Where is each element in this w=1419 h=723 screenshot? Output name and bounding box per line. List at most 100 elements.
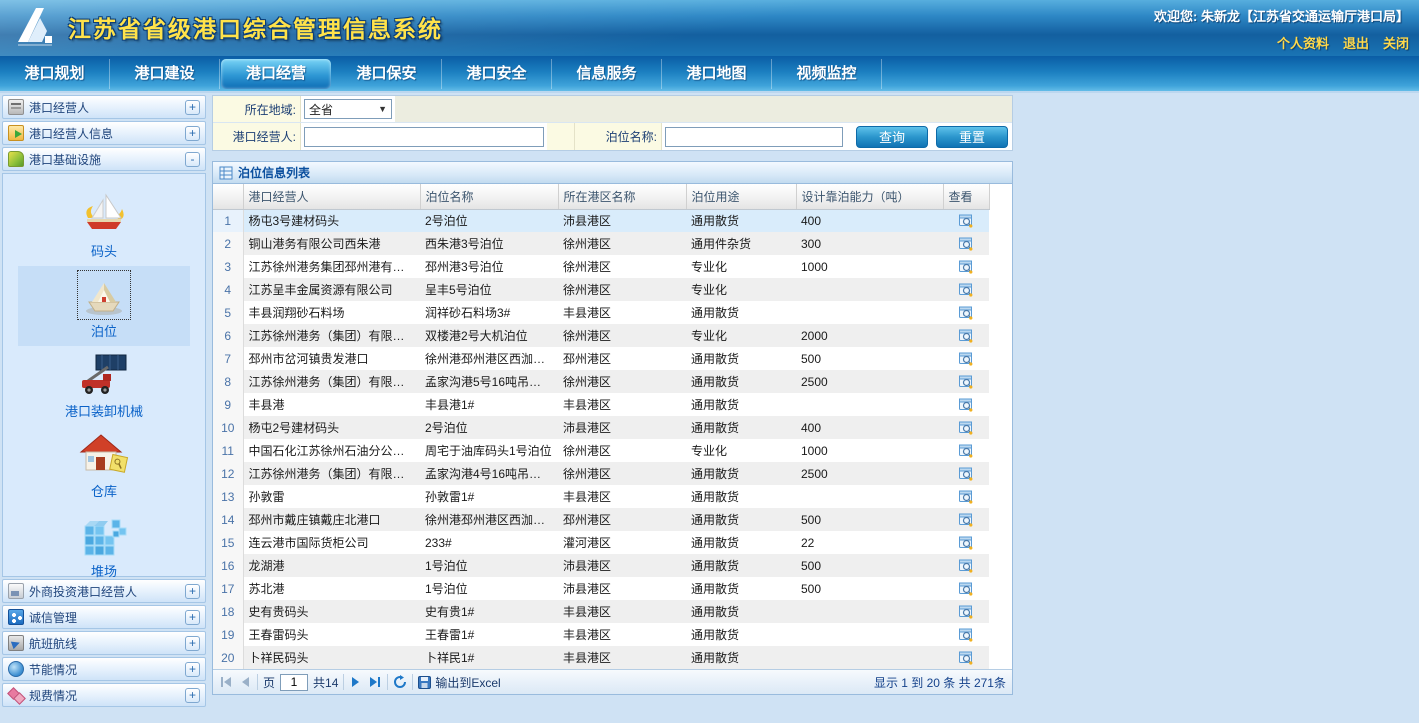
sidebar-group-port-infrastructure[interactable]: 港口基础设施- (2, 147, 206, 171)
column-header[interactable]: 查看 (943, 184, 989, 209)
cell-view (943, 554, 989, 577)
view-record-icon[interactable] (958, 604, 974, 620)
table-row[interactable]: 9丰县港丰县港1#丰县港区通用散货 (213, 393, 989, 416)
folder-icon (8, 125, 24, 141)
refresh-icon[interactable] (393, 675, 407, 689)
nav-tab-video-monitoring[interactable]: 视频监控 (772, 59, 882, 89)
table-row[interactable]: 10杨屯2号建材码头2号泊位沛县港区通用散货400 (213, 416, 989, 439)
grid-scrollbar-gutter[interactable] (990, 184, 1013, 669)
collapse-toggle-button[interactable]: - (185, 152, 200, 167)
view-record-icon[interactable] (958, 512, 974, 528)
column-header[interactable]: 泊位用途 (686, 184, 796, 209)
first-page-icon[interactable] (219, 675, 233, 689)
sidebar-group-energy-saving[interactable]: 节能情况+ (2, 657, 206, 681)
nav-tab-information-service[interactable]: 信息服务 (552, 59, 662, 89)
region-select[interactable]: 全省 ▼ (304, 99, 392, 119)
view-record-icon[interactable] (958, 581, 974, 597)
table-row[interactable]: 18史有贵码头史有贵1#丰县港区通用散货 (213, 600, 989, 623)
table-row[interactable]: 13孙敦雷孙敦雷1#丰县港区通用散货 (213, 485, 989, 508)
expand-toggle-button[interactable]: + (185, 636, 200, 651)
next-page-icon[interactable] (349, 675, 363, 689)
facility-item-berth[interactable]: 泊位 (18, 266, 190, 346)
facility-item-warehouse[interactable]: 仓库 (18, 426, 190, 506)
expand-toggle-button[interactable]: + (185, 610, 200, 625)
cell-view (943, 508, 989, 531)
view-record-icon[interactable] (958, 305, 974, 321)
view-record-icon[interactable] (958, 236, 974, 252)
column-header[interactable]: 泊位名称 (420, 184, 558, 209)
sidebar-group-fees[interactable]: 规费情况+ (2, 683, 206, 707)
table-row[interactable]: 5丰县润翔砂石料场润祥砂石料场3#丰县港区通用散货 (213, 301, 989, 324)
page-number-input[interactable] (280, 674, 308, 691)
expand-toggle-button[interactable]: + (185, 662, 200, 677)
view-record-icon[interactable] (958, 650, 974, 666)
logout-link[interactable]: 退出 (1343, 36, 1369, 51)
nav-tab-port-security[interactable]: 港口保安 (332, 59, 442, 89)
nav-tab-port-construction[interactable]: 港口建设 (110, 59, 220, 89)
column-header[interactable]: 设计靠泊能力（吨） (796, 184, 943, 209)
close-link[interactable]: 关闭 (1383, 36, 1409, 51)
table-row[interactable]: 8江苏徐州港务（集团）有限公司孟家沟港5号16吨吊泊位徐州港区通用散货2500 (213, 370, 989, 393)
view-record-icon[interactable] (958, 397, 974, 413)
table-row[interactable]: 12江苏徐州港务（集团）有限公司孟家沟港4号16吨吊泊位徐州港区通用散货2500 (213, 462, 989, 485)
nav-tab-port-safety[interactable]: 港口安全 (442, 59, 552, 89)
view-record-icon[interactable] (958, 489, 974, 505)
view-record-icon[interactable] (958, 259, 974, 275)
sidebar-group-credit-management[interactable]: 诚信管理+ (2, 605, 206, 629)
table-row[interactable]: 2铜山港务有限公司西朱港西朱港3号泊位徐州港区通用件杂货300 (213, 232, 989, 255)
search-button[interactable]: 查询 (856, 126, 928, 148)
previous-page-icon[interactable] (238, 675, 252, 689)
reset-button[interactable]: 重置 (936, 126, 1008, 148)
profile-link[interactable]: 个人资料 (1277, 36, 1329, 51)
table-row[interactable]: 11中国石化江苏徐州石油分公司周...周宅于油库码头1号泊位徐州港区专业化100… (213, 439, 989, 462)
table-row[interactable]: 15连云港市国际货柜公司233#灌河港区通用散货22 (213, 531, 989, 554)
berth-name-input[interactable] (665, 127, 843, 147)
expand-toggle-button[interactable]: + (185, 688, 200, 703)
view-record-icon[interactable] (958, 328, 974, 344)
view-record-icon[interactable] (958, 466, 974, 482)
table-row[interactable]: 20卜祥民码头卜祥民1#丰县港区通用散货 (213, 646, 989, 669)
table-row[interactable]: 19王春雷码头王春雷1#丰县港区通用散货 (213, 623, 989, 646)
column-header[interactable]: 所在港区名称 (558, 184, 686, 209)
view-record-icon[interactable] (958, 443, 974, 459)
export-excel-button[interactable]: 输出到Excel (418, 674, 500, 691)
table-row[interactable]: 3江苏徐州港务集团邳州港有限公司邳州港3号泊位徐州港区专业化1000 (213, 255, 989, 278)
sidebar-group-foreign-invest-operator[interactable]: 外商投资港口经营人+ (2, 579, 206, 603)
sidebar-group-port-operator[interactable]: 港口经营人+ (2, 95, 206, 119)
view-record-icon[interactable] (958, 420, 974, 436)
view-record-icon[interactable] (958, 374, 974, 390)
cell-port-area: 徐州港区 (558, 439, 686, 462)
table-row[interactable]: 16龙湖港1号泊位沛县港区通用散货500 (213, 554, 989, 577)
view-record-icon[interactable] (958, 282, 974, 298)
cell-operator: 铜山港务有限公司西朱港 (243, 232, 420, 255)
table-row[interactable]: 4江苏呈丰金属资源有限公司呈丰5号泊位徐州港区专业化 (213, 278, 989, 301)
cell-operator: 江苏徐州港务（集团）有限公司 (243, 370, 420, 393)
sidebar-group-flight-routes[interactable]: 航班航线+ (2, 631, 206, 655)
cell-berth-usage: 通用散货 (686, 462, 796, 485)
facility-item-dock[interactable]: 码头 (18, 186, 190, 266)
view-record-icon[interactable] (958, 213, 974, 229)
nav-tab-port-map[interactable]: 港口地图 (662, 59, 772, 89)
view-record-icon[interactable] (958, 535, 974, 551)
sidebar-group-port-operator-info[interactable]: 港口经营人信息+ (2, 121, 206, 145)
table-row[interactable]: 7邳州市岔河镇贵发港口徐州港邳州港区西泇河...邳州港区通用散货500 (213, 347, 989, 370)
nav-tab-port-planning[interactable]: 港口规划 (0, 59, 110, 89)
row-number: 14 (213, 508, 243, 531)
view-record-icon[interactable] (958, 627, 974, 643)
expand-toggle-button[interactable]: + (185, 584, 200, 599)
view-record-icon[interactable] (958, 351, 974, 367)
view-record-icon[interactable] (958, 558, 974, 574)
last-page-icon[interactable] (368, 675, 382, 689)
facility-item-handling-machinery[interactable]: 港口装卸机械 (18, 346, 190, 426)
table-row[interactable]: 6江苏徐州港务（集团）有限公司双楼港2号大机泊位徐州港区专业化2000 (213, 324, 989, 347)
expand-toggle-button[interactable]: + (185, 126, 200, 141)
table-row[interactable]: 17苏北港1号泊位沛县港区通用散货500 (213, 577, 989, 600)
table-row[interactable]: 1杨屯3号建材码头2号泊位沛县港区通用散货400 (213, 209, 989, 232)
nav-tab-port-operation[interactable]: 港口经营 (221, 59, 331, 89)
column-header[interactable]: 港口经营人 (243, 184, 420, 209)
facility-item-yard[interactable]: 堆场 (18, 506, 190, 586)
cell-view (943, 416, 989, 439)
expand-toggle-button[interactable]: + (185, 100, 200, 115)
operator-input[interactable] (304, 127, 544, 147)
table-row[interactable]: 14邳州市戴庄镇戴庄北港口徐州港邳州港区西泇河...邳州港区通用散货500 (213, 508, 989, 531)
